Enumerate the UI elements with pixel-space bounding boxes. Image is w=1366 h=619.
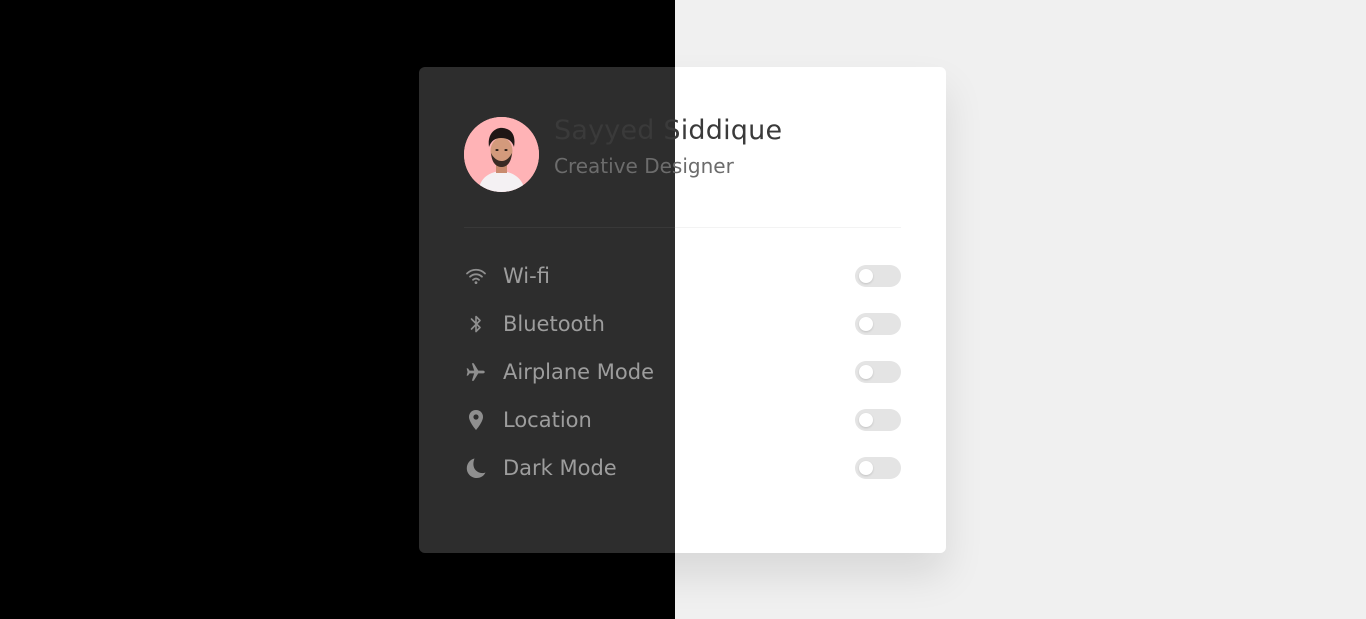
setting-row-bluetooth[interactable]: Bluetooth	[464, 300, 901, 348]
settings-list: Wi-fi Bluetooth Airplane Mode Location D…	[464, 252, 901, 492]
profile-name: Sayyed Siddique	[554, 115, 783, 146]
toggle-knob	[859, 461, 873, 475]
bluetooth-toggle[interactable]	[855, 313, 901, 335]
setting-row-airplane-mode[interactable]: Airplane Mode	[464, 348, 901, 396]
divider	[464, 227, 901, 228]
avatar	[464, 117, 539, 192]
profile-text: Sayyed Siddique Creative Designer	[554, 113, 782, 181]
setting-label-wifi: Wi-fi	[503, 264, 550, 288]
settings-card: Sayyed Siddique Creative Designer Wi-fi	[419, 67, 946, 553]
setting-label-dark-mode: Dark Mode	[503, 456, 617, 480]
setting-row-dark-mode[interactable]: Dark Mode	[464, 444, 901, 492]
setting-label-airplane-mode: Airplane Mode	[503, 360, 654, 384]
location-toggle[interactable]	[855, 409, 901, 431]
airplane-icon	[464, 360, 488, 384]
location-pin-icon	[464, 408, 488, 432]
setting-row-location[interactable]: Location	[464, 396, 901, 444]
page-stage: Sayyed Siddique Creative Designer Wi-fi	[0, 0, 1366, 619]
dark-mode-toggle[interactable]	[855, 457, 901, 479]
wifi-toggle[interactable]	[855, 265, 901, 287]
toggle-knob	[859, 413, 873, 427]
toggle-knob	[859, 365, 873, 379]
setting-row-wifi[interactable]: Wi-fi	[464, 252, 901, 300]
bluetooth-icon	[464, 312, 488, 336]
profile-header: Sayyed Siddique Creative Designer	[464, 115, 782, 192]
wifi-icon	[464, 264, 488, 288]
toggle-knob	[859, 317, 873, 331]
toggle-knob	[859, 269, 873, 283]
airplane-mode-toggle[interactable]	[855, 361, 901, 383]
avatar-photo	[464, 117, 539, 192]
profile-role: Creative Designer	[554, 154, 734, 178]
setting-label-bluetooth: Bluetooth	[503, 312, 605, 336]
setting-label-location: Location	[503, 408, 592, 432]
moon-icon	[464, 456, 488, 480]
